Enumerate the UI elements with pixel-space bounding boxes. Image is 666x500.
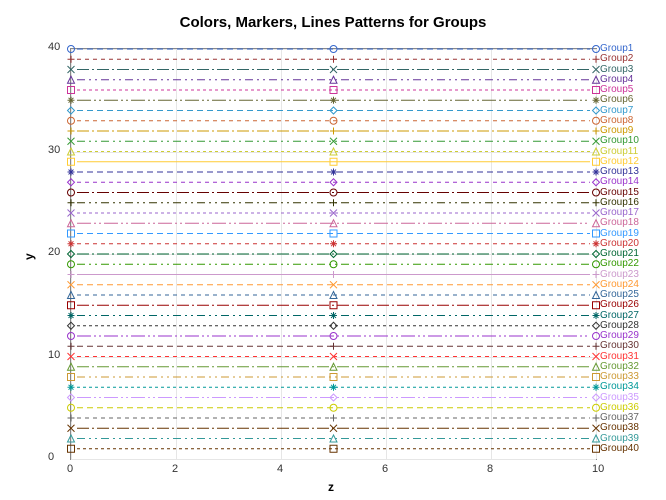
legend-item: Group40	[600, 443, 639, 454]
chart-title: Colors, Markers, Lines Patterns for Grou…	[0, 14, 666, 31]
y-tick-label: 40	[48, 41, 60, 53]
y-axis-label: y	[22, 253, 36, 260]
x-tick-label: 0	[67, 463, 73, 475]
series-line	[71, 49, 596, 459]
x-axis-label: z	[328, 480, 334, 494]
x-tick-label: 6	[382, 463, 388, 475]
chart-container: Colors, Markers, Lines Patterns for Grou…	[0, 0, 666, 500]
y-tick-label: 20	[48, 246, 60, 258]
x-tick-label: 8	[487, 463, 493, 475]
x-grid-line	[596, 49, 597, 459]
y-grid-line	[71, 459, 596, 460]
x-tick-label: 4	[277, 463, 283, 475]
y-tick-label: 30	[48, 144, 60, 156]
y-tick-label: 10	[48, 349, 60, 361]
x-tick-label: 10	[592, 463, 604, 475]
plot-area	[70, 48, 597, 460]
x-tick-label: 2	[172, 463, 178, 475]
y-tick-label: 0	[48, 451, 54, 463]
